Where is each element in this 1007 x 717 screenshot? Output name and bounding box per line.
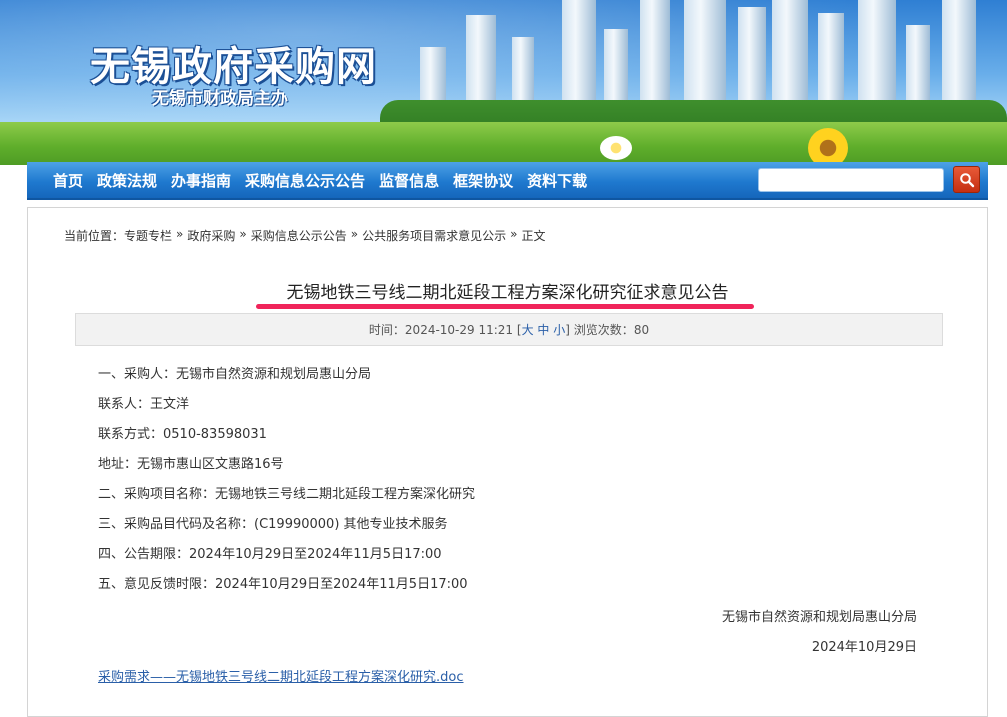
- breadcrumb-item-announcements[interactable]: 采购信息公示公告: [251, 227, 347, 244]
- sunflower-image: [808, 128, 848, 165]
- content-panel: 当前位置： 专题专栏 » 政府采购 » 采购信息公示公告 » 公共服务项目需求意…: [27, 207, 988, 717]
- body-line-contact: 联系人：王文洋: [98, 397, 190, 412]
- breadcrumb: 当前位置： 专题专栏 » 政府采购 » 采购信息公示公告 » 公共服务项目需求意…: [64, 227, 545, 244]
- article-title: 无锡地铁三号线二期北延段工程方案深化研究征求意见公告: [286, 283, 729, 303]
- signature-organization: 无锡市自然资源和规划局惠山分局: [721, 610, 917, 625]
- nav-item-announcements[interactable]: 采购信息公示公告: [245, 162, 365, 198]
- breadcrumb-item-special[interactable]: 专题专栏: [124, 227, 172, 244]
- font-size-large-button[interactable]: 大: [522, 323, 534, 337]
- breadcrumb-separator: »: [239, 227, 247, 241]
- body-line-phone: 联系方式：0510-83598031: [98, 427, 267, 442]
- search-icon: [960, 173, 975, 188]
- breadcrumb-item-public-service[interactable]: 公共服务项目需求意见公示: [362, 227, 506, 244]
- nav-item-downloads[interactable]: 资料下载: [527, 162, 587, 198]
- nav-item-policy[interactable]: 政策法规: [97, 162, 157, 198]
- body-line-purchaser: 一、采购人：无锡市自然资源和规划局惠山分局: [98, 367, 372, 382]
- nav-item-supervision[interactable]: 监督信息: [379, 162, 439, 198]
- body-line-notice-period: 四、公告期限：2024年10月29日至2024年11月5日17:00: [98, 547, 442, 562]
- breadcrumb-separator: »: [510, 227, 518, 241]
- search-input[interactable]: [758, 168, 944, 192]
- view-count: 80: [633, 323, 650, 337]
- body-line-project-name: 二、采购项目名称：无锡地铁三号线二期北延段工程方案深化研究: [98, 487, 476, 502]
- body-line-feedback-deadline: 五、意见反馈时限：2024年10月29日至2024年11月5日17:00: [98, 577, 468, 592]
- nav-item-home[interactable]: 首页: [53, 162, 83, 198]
- font-size-small-button[interactable]: 小: [553, 323, 565, 337]
- breadcrumb-item-procurement[interactable]: 政府采购: [187, 227, 235, 244]
- main-nav: 首页 政策法规 办事指南 采购信息公示公告 监督信息 框架协议 资料下载: [27, 162, 988, 200]
- nav-items: 首页 政策法规 办事指南 采购信息公示公告 监督信息 框架协议 资料下载: [53, 162, 601, 198]
- font-size-close-bracket: ]: [565, 323, 570, 337]
- nav-item-guide[interactable]: 办事指南: [171, 162, 231, 198]
- views-label: 浏览次数：: [573, 323, 634, 337]
- body-line-category: 三、采购品目代码及名称：(C19990000) 其他专业技术服务: [98, 517, 448, 532]
- breadcrumb-prefix: 当前位置：: [64, 229, 125, 243]
- font-size-medium-button[interactable]: 中: [537, 323, 549, 337]
- article-meta-bar: 时间：2024-10-29 11:21 [大 中 小] 浏览次数：80: [75, 313, 943, 346]
- body-line-address: 地址：无锡市惠山区文惠路16号: [98, 457, 284, 472]
- site-subtitle: 无锡市财政局主办: [152, 89, 288, 109]
- breadcrumb-separator: »: [350, 227, 359, 241]
- attachment-link[interactable]: 采购需求——无锡地铁三号线二期北延段工程方案深化研究.doc: [98, 666, 464, 685]
- publish-time: 2024-10-29 11:21: [404, 323, 514, 337]
- header-banner: 无锡政府采购网 无锡市财政局主办: [0, 0, 1007, 165]
- search-button[interactable]: [953, 166, 980, 193]
- breadcrumb-item-current: 正文: [521, 229, 546, 243]
- title-highlight-underline: [256, 304, 754, 309]
- nav-item-framework[interactable]: 框架协议: [453, 162, 513, 198]
- breadcrumb-separator: »: [176, 227, 184, 241]
- daisy-image: [600, 136, 632, 160]
- signature-date: 2024年10月29日: [811, 640, 917, 655]
- article-body: 一、采购人：无锡市自然资源和规划局惠山分局 联系人：王文洋 联系方式：0510-…: [98, 364, 475, 604]
- time-label: 时间：: [368, 323, 405, 337]
- grass-image: [0, 122, 1007, 165]
